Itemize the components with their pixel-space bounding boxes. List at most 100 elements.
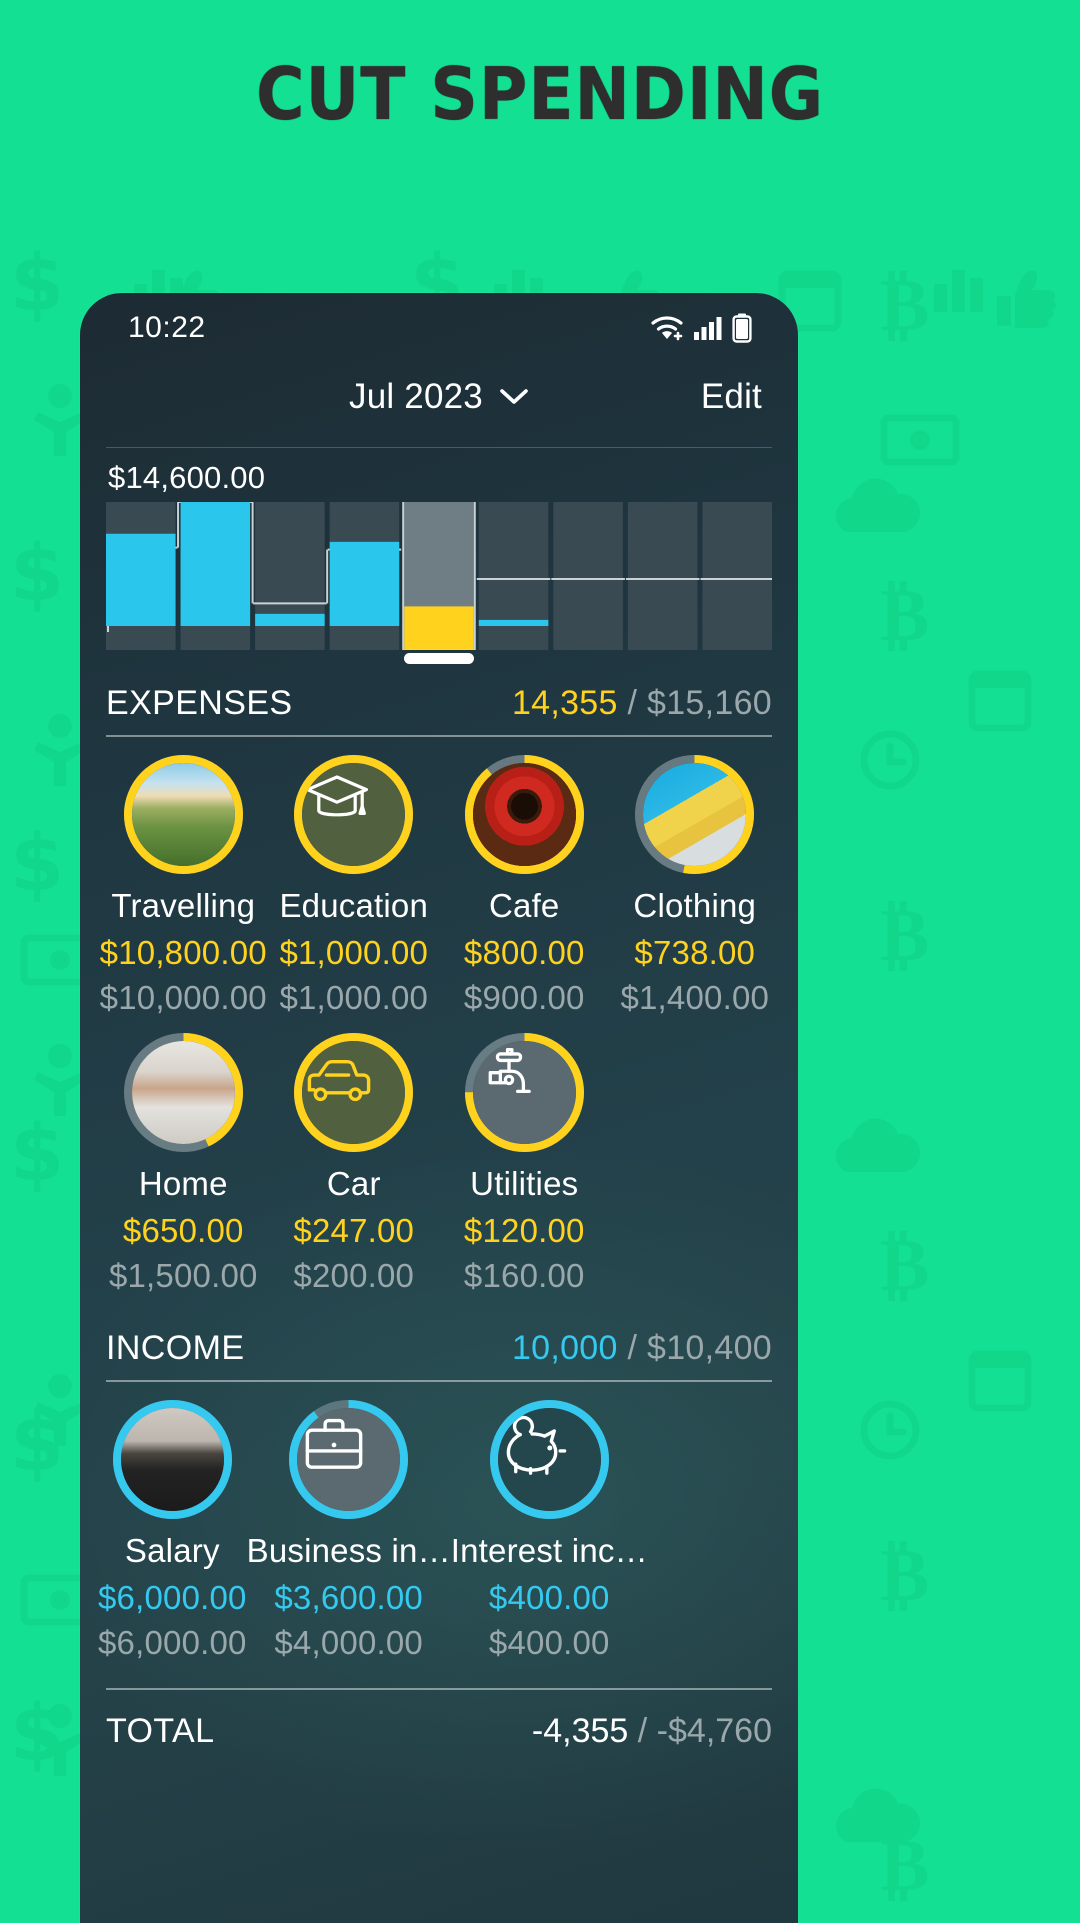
monthly-bar-chart[interactable]	[106, 502, 772, 664]
promo-title: CUT SPENDING	[255, 52, 825, 136]
status-bar: 10:22	[80, 293, 798, 355]
income-grid: Salary $6,000.00 $6,000.00 Business in… …	[80, 1400, 798, 1662]
category-budget: $6,000.00	[98, 1624, 247, 1661]
category-icon-ring	[464, 1033, 584, 1152]
category-icon-ring	[635, 755, 755, 874]
category-amount: $1,000.00	[279, 934, 429, 971]
category-icon-ring	[489, 1400, 609, 1519]
income-current: 10,000	[511, 1329, 618, 1367]
category-budget: $1,000.00	[279, 979, 429, 1016]
total-label: TOTAL	[106, 1712, 215, 1750]
chart-max-label: $14,600.00	[108, 460, 266, 495]
month-label: Jul 2023	[349, 377, 483, 416]
expenses-separator: /	[617, 684, 647, 722]
graduation-cap-icon	[306, 775, 369, 817]
category-expense-1[interactable]: Education $1,000.00 $1,000.00	[269, 755, 440, 1017]
category-name: Cafe	[488, 887, 560, 924]
piggy-bank-icon	[506, 1415, 567, 1475]
category-budget: $400.00	[488, 1624, 610, 1661]
family-photo	[131, 1041, 235, 1144]
category-income-0[interactable]: Salary $6,000.00 $6,000.00	[98, 1400, 247, 1662]
category-avatar	[643, 763, 747, 866]
category-amount: $650.00	[122, 1212, 244, 1249]
income-separator: /	[617, 1329, 647, 1367]
edit-button[interactable]: Edit	[701, 377, 762, 417]
category-icon-ring	[294, 1033, 414, 1152]
income-budget: $10,400	[646, 1329, 772, 1367]
income-divider	[106, 1380, 772, 1382]
income-section-header: INCOME 10,000 / $10,400	[106, 1329, 772, 1380]
category-icon-ring	[464, 755, 584, 874]
category-name: Education	[279, 887, 429, 924]
category-expense-3[interactable]: Clothing $738.00 $1,400.00	[610, 755, 781, 1017]
expenses-grid: Travelling $10,800.00 $10,000.00 Educati…	[80, 755, 798, 1295]
expenses-current: 14,355	[511, 684, 618, 722]
coffee-photo	[472, 763, 576, 866]
status-clock: 10:22	[128, 311, 206, 344]
category-expense-6[interactable]: Utilities $120.00 $160.00	[439, 1033, 610, 1295]
month-selector[interactable]: Jul 2023	[349, 377, 529, 417]
chevron-down-icon	[500, 389, 528, 404]
category-avatar	[472, 763, 576, 866]
total-row: TOTAL -4,355 / -$4,760	[106, 1712, 772, 1751]
person-photo	[120, 1408, 224, 1511]
category-income-2[interactable]: Interest inc… $400.00 $400.00	[451, 1400, 648, 1662]
category-icon-ring	[123, 1033, 243, 1152]
total-divider	[106, 1688, 772, 1690]
category-avatar	[131, 763, 235, 866]
category-budget: $1,400.00	[620, 979, 770, 1016]
total-current: -4,355	[531, 1712, 629, 1750]
category-name: Business in…	[246, 1532, 451, 1569]
category-avatar	[472, 1041, 576, 1144]
expenses-label: EXPENSES	[106, 684, 293, 722]
category-amount: $738.00	[634, 934, 756, 971]
category-icon-ring	[112, 1400, 232, 1519]
income-label: INCOME	[106, 1329, 245, 1367]
category-amount: $10,800.00	[99, 934, 267, 971]
category-icon-ring	[123, 755, 243, 874]
faucet-icon	[488, 1047, 531, 1094]
category-name: Salary	[124, 1532, 220, 1569]
category-budget: $1,500.00	[108, 1257, 258, 1294]
nav-bar: Jul 2023 Edit	[80, 355, 798, 439]
category-amount: $6,000.00	[98, 1579, 247, 1616]
category-name: Clothing	[633, 887, 757, 924]
category-budget: $900.00	[463, 979, 585, 1016]
category-budget: $200.00	[293, 1257, 415, 1294]
category-budget: $4,000.00	[274, 1624, 423, 1661]
category-expense-2[interactable]: Cafe $800.00 $900.00	[439, 755, 610, 1017]
category-amount: $400.00	[488, 1579, 610, 1616]
category-budget: $160.00	[463, 1257, 585, 1294]
expenses-divider	[106, 735, 772, 737]
category-amount: $247.00	[293, 1212, 415, 1249]
wifi-icon	[651, 316, 683, 341]
category-expense-4[interactable]: Home $650.00 $1,500.00	[98, 1033, 269, 1295]
category-name: Home	[138, 1165, 228, 1202]
category-name: Travelling	[111, 887, 256, 924]
category-avatar	[131, 1041, 235, 1144]
chart-section: $14,600.00	[80, 447, 798, 664]
car-icon	[307, 1060, 371, 1102]
selected-bar-indicator	[404, 653, 474, 664]
category-amount: $3,600.00	[274, 1579, 423, 1616]
category-amount: $800.00	[463, 934, 585, 971]
category-budget: $10,000.00	[99, 979, 267, 1016]
battery-icon	[732, 313, 752, 343]
category-icon-ring	[289, 1400, 409, 1519]
category-amount: $120.00	[463, 1212, 585, 1249]
category-income-1[interactable]: Business in… $3,600.00 $4,000.00	[247, 1400, 451, 1662]
category-expense-5[interactable]: Car $247.00 $200.00	[269, 1033, 440, 1295]
travel-photo	[131, 763, 235, 866]
shopping-bags-photo	[643, 763, 747, 866]
category-avatar	[302, 1041, 406, 1144]
briefcase-icon	[305, 1418, 363, 1469]
category-name: Car	[326, 1165, 381, 1202]
category-avatar	[302, 763, 406, 866]
total-separator: /	[628, 1712, 657, 1750]
expenses-budget: $15,160	[646, 684, 772, 722]
phone-screen: 10:22 Jul 2023 Edit $14,600.00 EXPENSES …	[80, 293, 798, 1923]
expenses-section-header: EXPENSES 14,355 / $15,160	[106, 684, 772, 735]
category-expense-0[interactable]: Travelling $10,800.00 $10,000.00	[98, 755, 269, 1017]
category-avatar	[297, 1408, 401, 1511]
total-budget: -$4,760	[656, 1712, 772, 1750]
